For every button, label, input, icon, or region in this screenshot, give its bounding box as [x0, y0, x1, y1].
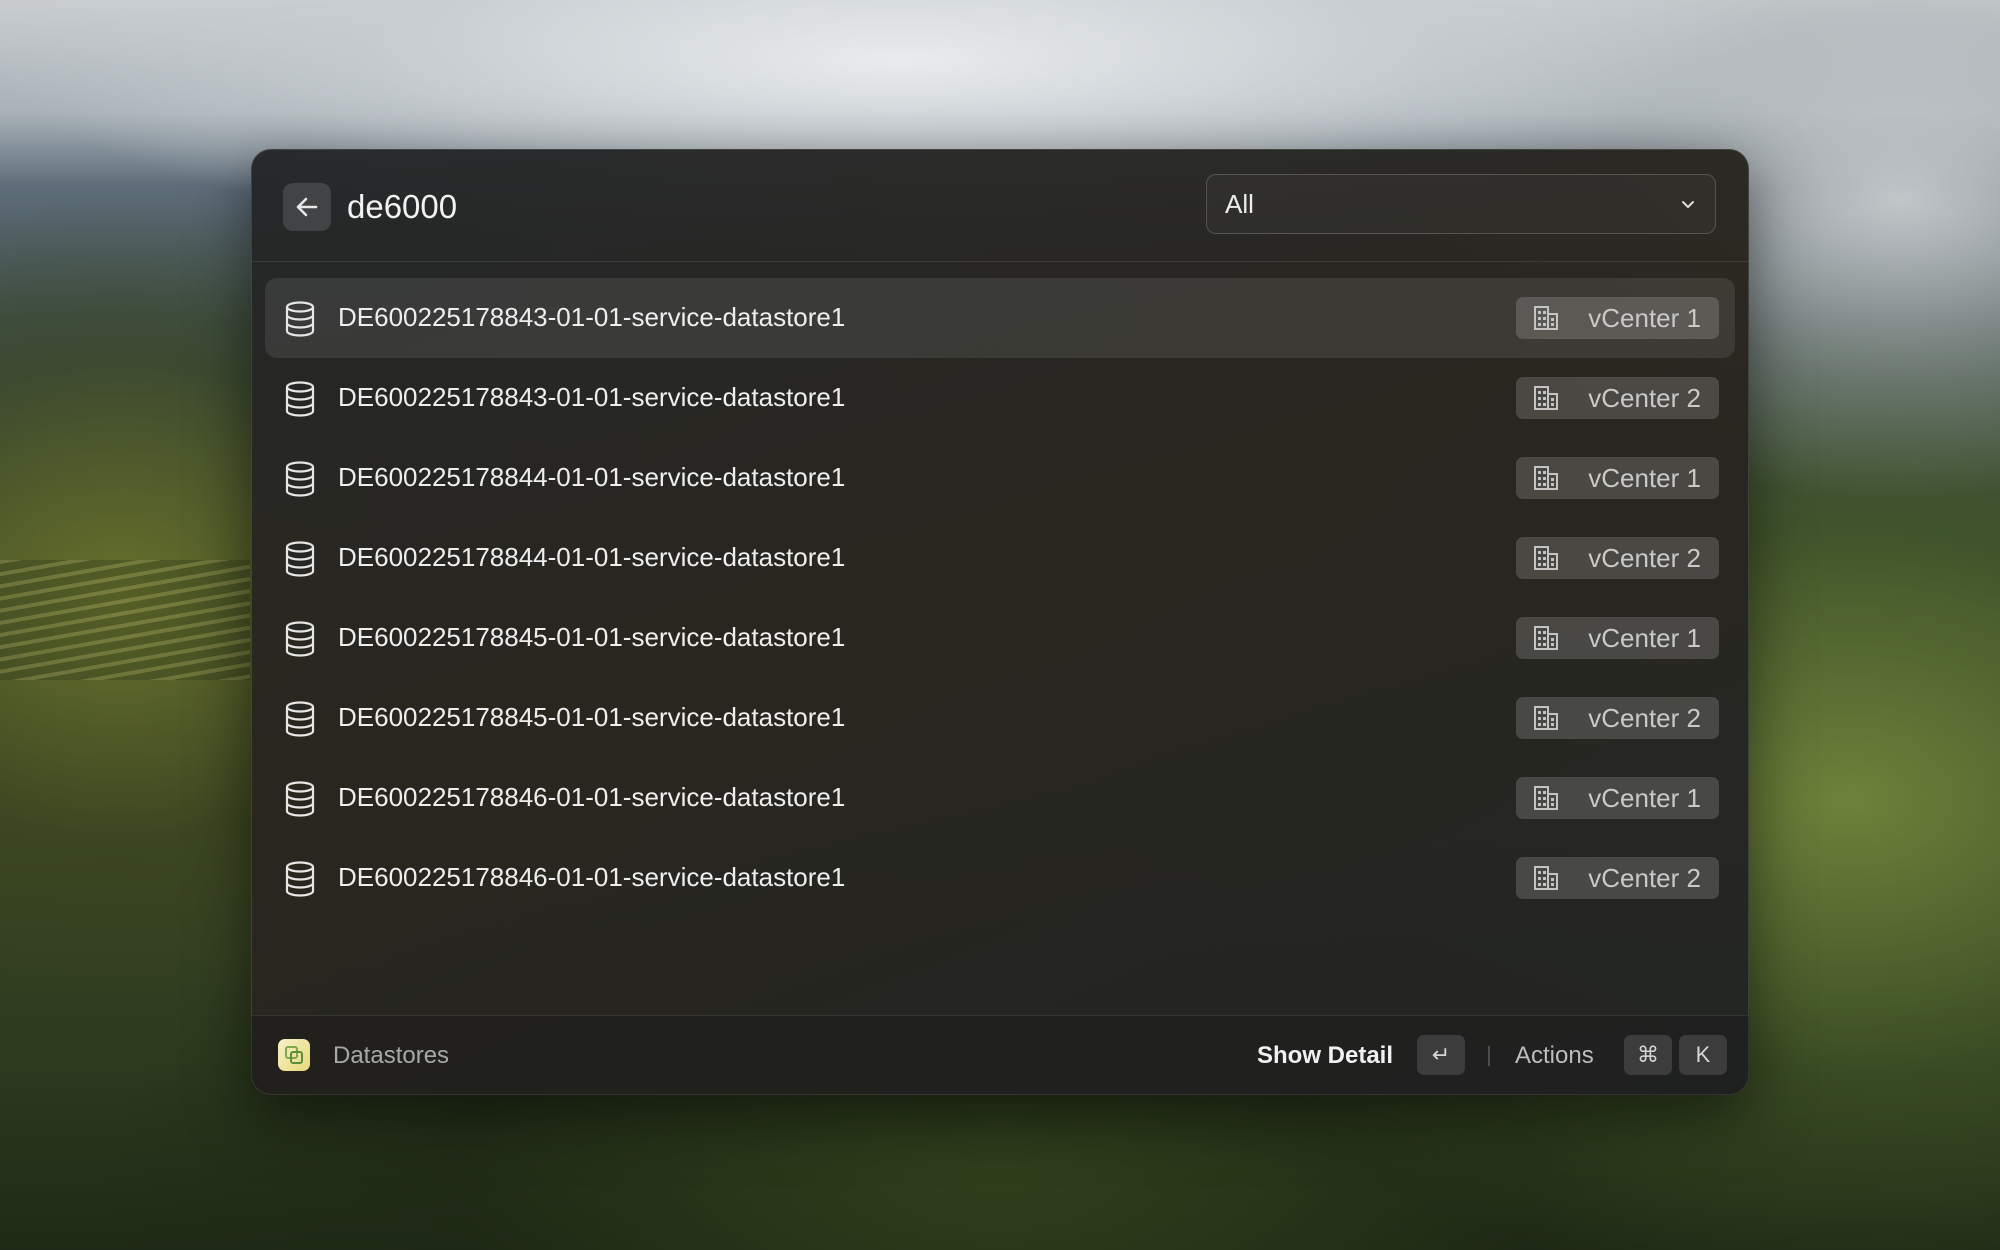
vcenter-tag: vCenter 1 [1516, 617, 1719, 659]
vcenter-tag-label: vCenter 2 [1588, 702, 1701, 733]
result-row[interactable]: DE600225178844-01-01-service-datastore1 v… [265, 438, 1735, 518]
chevron-down-icon [1682, 201, 1694, 208]
database-icon [283, 460, 317, 498]
database-icon [283, 780, 317, 818]
vcenter-tag: vCenter 2 [1516, 697, 1719, 739]
datastores-app-icon [278, 1039, 310, 1071]
footer-divider [1488, 1046, 1490, 1066]
vcenter-tag: vCenter 2 [1516, 857, 1719, 899]
search-input[interactable] [347, 179, 1147, 235]
result-row[interactable]: DE600225178845-01-01-service-datastore1 v… [265, 678, 1735, 758]
building-icon [1532, 384, 1574, 412]
actions-button[interactable]: Actions [1515, 1042, 1594, 1070]
building-icon [1532, 544, 1574, 572]
vcenter-tag: vCenter 1 [1516, 777, 1719, 819]
enter-key-hint: ↵ [1417, 1035, 1465, 1075]
vcenter-tag: vCenter 1 [1516, 457, 1719, 499]
result-title: DE600225178844-01-01-service-datastore1 [338, 542, 846, 572]
result-list: DE600225178843-01-01-service-datastore1 v… [265, 278, 1735, 918]
vcenter-tag-label: vCenter 2 [1588, 862, 1701, 893]
search-header: All [251, 149, 1749, 262]
result-row[interactable]: DE600225178846-01-01-service-datastore1 v… [265, 758, 1735, 838]
database-icon [283, 540, 317, 578]
result-title: DE600225178845-01-01-service-datastore1 [338, 622, 846, 652]
database-icon [283, 620, 317, 658]
vcenter-tag: vCenter 2 [1516, 537, 1719, 579]
database-icon [283, 860, 317, 898]
vcenter-tag-label: vCenter 1 [1588, 782, 1701, 813]
database-icon [283, 380, 317, 418]
building-icon [1532, 704, 1574, 732]
vcenter-tag-label: vCenter 1 [1588, 622, 1701, 653]
result-row[interactable]: DE600225178845-01-01-service-datastore1 v… [265, 598, 1735, 678]
building-icon [1532, 624, 1574, 652]
building-icon [1532, 464, 1574, 492]
command-key-hint: ⌘ [1624, 1035, 1672, 1075]
result-title: DE600225178846-01-01-service-datastore1 [338, 782, 846, 812]
vcenter-tag-label: vCenter 1 [1588, 462, 1701, 493]
filter-dropdown[interactable]: All [1206, 174, 1716, 234]
vcenter-tag-label: vCenter 2 [1588, 542, 1701, 573]
building-icon [1532, 784, 1574, 812]
database-icon [283, 700, 317, 738]
result-title: DE600225178843-01-01-service-datastore1 [338, 382, 846, 412]
building-icon [1532, 304, 1574, 332]
building-icon [1532, 864, 1574, 892]
launcher-window: All DE600225178843-01-01-service-datasto… [251, 149, 1749, 1095]
vcenter-tag: vCenter 1 [1516, 297, 1719, 339]
footer-title: Datastores [333, 1042, 450, 1069]
arrow-left-icon [296, 197, 318, 217]
k-key-hint: K [1679, 1035, 1727, 1075]
result-row[interactable]: DE600225178843-01-01-service-datastore1 v… [265, 278, 1735, 358]
back-button[interactable] [283, 183, 331, 231]
result-title: DE600225178845-01-01-service-datastore1 [338, 702, 846, 732]
database-icon [283, 300, 317, 338]
result-row[interactable]: DE600225178843-01-01-service-datastore1 v… [265, 358, 1735, 438]
wallpaper-vineyard [0, 560, 250, 680]
show-detail-button[interactable]: Show Detail [1257, 1042, 1393, 1070]
result-row[interactable]: DE600225178844-01-01-service-datastore1 v… [265, 518, 1735, 598]
vcenter-tag-label: vCenter 1 [1588, 302, 1701, 333]
result-title: DE600225178844-01-01-service-datastore1 [338, 462, 846, 492]
vcenter-tag: vCenter 2 [1516, 377, 1719, 419]
action-bar: Datastores Show Detail ↵ Actions ⌘ K [251, 1015, 1749, 1095]
result-title: DE600225178843-01-01-service-datastore1 [338, 302, 846, 332]
result-row[interactable]: DE600225178846-01-01-service-datastore1 v… [265, 838, 1735, 918]
vcenter-tag-label: vCenter 2 [1588, 382, 1701, 413]
filter-selected-value: All [1225, 189, 1254, 219]
result-title: DE600225178846-01-01-service-datastore1 [338, 862, 846, 892]
